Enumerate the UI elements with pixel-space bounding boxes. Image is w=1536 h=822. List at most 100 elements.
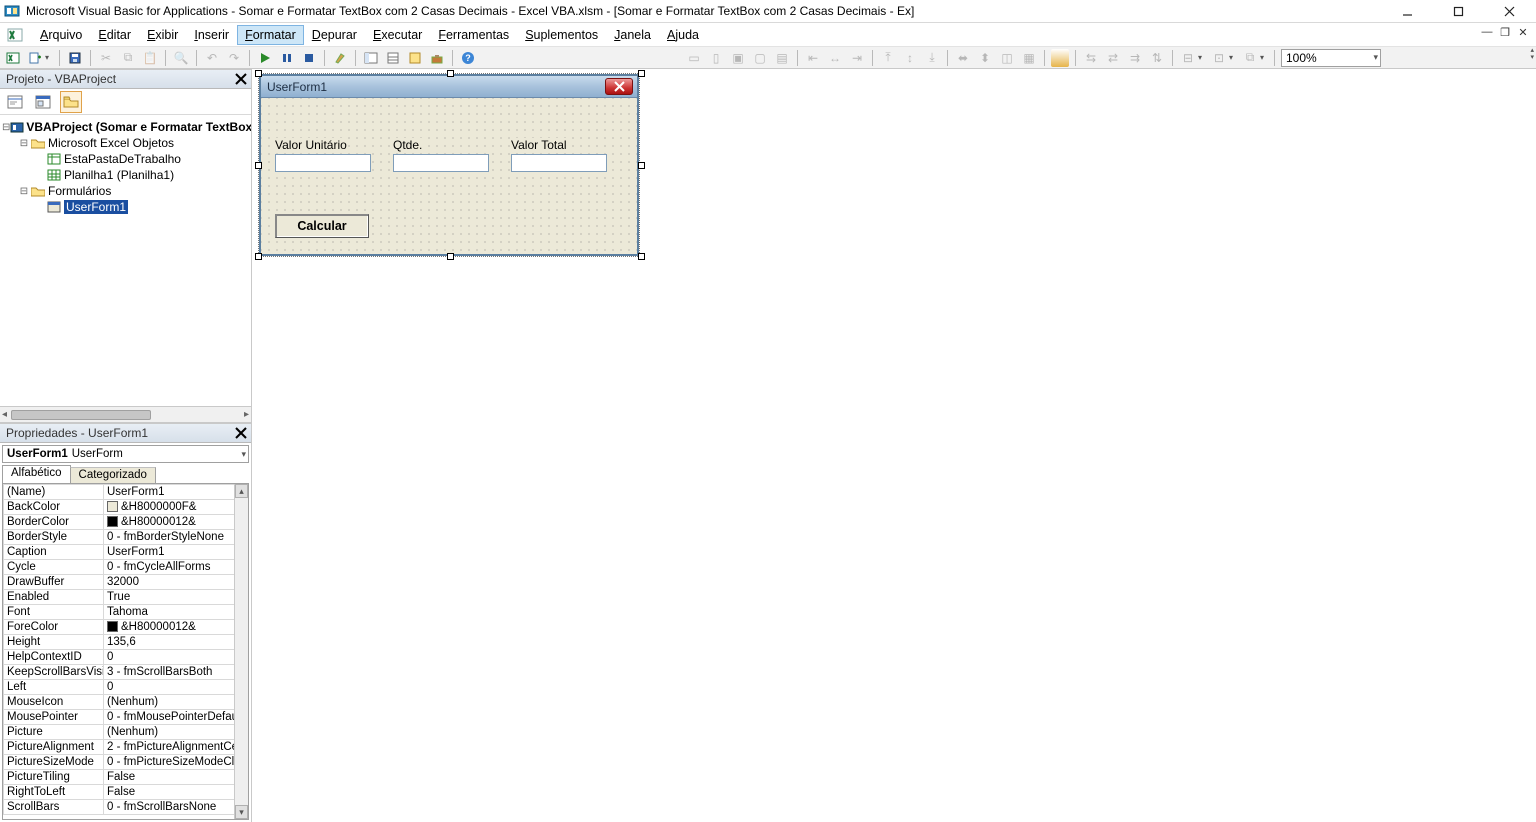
menu-depurar[interactable]: Depurar	[304, 25, 365, 45]
property-value[interactable]: False	[104, 785, 248, 800]
properties-scrollbar[interactable]: ▴ ▾	[234, 484, 248, 819]
ungroup-icon[interactable]: ▢	[751, 49, 769, 67]
hspace-inc-icon[interactable]: ⇄	[1104, 49, 1122, 67]
tab-alphabetic[interactable]: Alfabético	[2, 465, 71, 483]
mdi-close-button[interactable]: ✕	[1516, 26, 1530, 39]
menu-arquivo[interactable]: Arquivo	[32, 25, 90, 45]
help-icon[interactable]: ?	[459, 49, 477, 67]
mdi-minimize-button[interactable]: —	[1480, 26, 1494, 39]
hspace-dec-icon[interactable]: ⇉	[1126, 49, 1144, 67]
vspace-icon[interactable]: ⇅	[1148, 49, 1166, 67]
hspace-icon[interactable]: ⇆	[1082, 49, 1100, 67]
center-v-dropdown-icon[interactable]: ▾	[1229, 53, 1237, 62]
property-value[interactable]: 0 - fmPictureSizeModeClip	[104, 755, 248, 770]
label-qtde[interactable]: Qtde.	[393, 138, 422, 152]
property-value[interactable]: 0 - fmBorderStyleNone	[104, 530, 248, 545]
window-close-button[interactable]	[1487, 1, 1532, 21]
resize-handle-e[interactable]	[638, 162, 645, 169]
same-width-icon[interactable]: ⬌	[954, 49, 972, 67]
menu-ferramentas[interactable]: Ferramentas	[430, 25, 517, 45]
window-maximize-button[interactable]	[1436, 1, 1481, 21]
properties-pane-close-button[interactable]	[233, 425, 249, 441]
resize-handle-s[interactable]	[447, 253, 454, 260]
resize-handle-sw[interactable]	[255, 253, 262, 260]
menu-janela[interactable]: Janela	[606, 25, 659, 45]
property-value[interactable]: &H8000000F&▾	[104, 500, 248, 515]
property-value[interactable]: (Nenhum)	[104, 725, 248, 740]
property-row[interactable]: KeepScrollBarsVisible3 - fmScrollBarsBot…	[4, 665, 248, 680]
textbox-qtde[interactable]	[393, 154, 489, 172]
resize-handle-nw[interactable]	[255, 70, 262, 77]
same-height-icon[interactable]: ⬍	[976, 49, 994, 67]
resize-handle-ne[interactable]	[638, 70, 645, 77]
property-row[interactable]: Cycle0 - fmCycleAllForms	[4, 560, 248, 575]
property-row[interactable]: FontTahoma	[4, 605, 248, 620]
center-v-icon[interactable]: ⊡	[1210, 49, 1228, 67]
userform-close-button[interactable]	[605, 78, 633, 95]
view-excel-icon[interactable]	[4, 49, 22, 67]
undo-icon[interactable]: ↶	[203, 49, 221, 67]
property-row[interactable]: CaptionUserForm1	[4, 545, 248, 560]
property-row[interactable]: PictureSizeMode0 - fmPictureSizeModeClip	[4, 755, 248, 770]
property-value[interactable]: UserForm1	[104, 485, 248, 500]
property-row[interactable]: BorderStyle0 - fmBorderStyleNone	[4, 530, 248, 545]
project-explorer-icon[interactable]	[362, 49, 380, 67]
property-row[interactable]: BorderColor&H80000012&	[4, 515, 248, 530]
label-valor-total[interactable]: Valor Total	[511, 138, 567, 152]
property-value[interactable]: False	[104, 770, 248, 785]
view-code-icon[interactable]	[4, 91, 26, 113]
property-value[interactable]: 0 - fmCycleAllForms	[104, 560, 248, 575]
align-left-icon[interactable]: ⇤	[804, 49, 822, 67]
property-row[interactable]: HelpContextID0	[4, 650, 248, 665]
align-top-icon[interactable]: ⤒	[879, 49, 897, 67]
reset-icon[interactable]	[300, 49, 318, 67]
properties-window-icon[interactable]	[384, 49, 402, 67]
property-row[interactable]: ScrollBars0 - fmScrollBarsNone	[4, 800, 248, 815]
textbox-valor-unitario[interactable]	[275, 154, 371, 172]
property-value[interactable]: 0 - fmScrollBarsNone	[104, 800, 248, 815]
property-row[interactable]: PictureAlignment2 - fmPictureAlignmentCe…	[4, 740, 248, 755]
copy-icon[interactable]: ⧉	[119, 49, 137, 67]
button-calcular[interactable]: Calcular	[275, 214, 369, 238]
property-row[interactable]: Height135,6	[4, 635, 248, 650]
userform-client-area[interactable]: Valor Unitário Qtde. Valor Total Calcula…	[261, 98, 637, 254]
sizegrid-icon[interactable]: ▦	[1020, 49, 1038, 67]
order-dropdown-icon[interactable]: ▾	[1260, 53, 1268, 62]
menu-executar[interactable]: Executar	[365, 25, 430, 45]
toolbox-icon[interactable]	[428, 49, 446, 67]
property-row[interactable]: RightToLeftFalse	[4, 785, 248, 800]
cut-icon[interactable]: ✂	[97, 49, 115, 67]
insert-dropdown-icon[interactable]: ▾	[45, 53, 53, 62]
group-icon[interactable]: ▣	[729, 49, 747, 67]
menu-suplementos[interactable]: Suplementos	[517, 25, 606, 45]
object-browser-icon[interactable]	[406, 49, 424, 67]
tab-categorized[interactable]: Categorizado	[70, 467, 156, 483]
align-center-icon[interactable]: ↔	[826, 49, 844, 67]
resize-handle-w[interactable]	[255, 162, 262, 169]
same-size-icon[interactable]: ◫	[998, 49, 1016, 67]
userform-selection-frame[interactable]: UserForm1 Valor Unitário Qtde. Valor Tot…	[258, 73, 640, 257]
menu-editar[interactable]: Editar	[90, 25, 139, 45]
property-value[interactable]: (Nenhum)	[104, 695, 248, 710]
property-row[interactable]: (Name)UserForm1	[4, 485, 248, 500]
resize-handle-se[interactable]	[638, 253, 645, 260]
property-value[interactable]: 0 - fmMousePointerDefault	[104, 710, 248, 725]
zoom-marker-icon[interactable]	[1051, 49, 1069, 67]
property-value[interactable]: 0	[104, 650, 248, 665]
property-value[interactable]: 32000	[104, 575, 248, 590]
properties-object-combo[interactable]: UserForm1UserForm▾	[2, 445, 249, 463]
resize-handle-n[interactable]	[447, 70, 454, 77]
property-value[interactable]: 135,6	[104, 635, 248, 650]
send-back-icon[interactable]: ▯	[707, 49, 725, 67]
property-value[interactable]: 2 - fmPictureAlignmentCen	[104, 740, 248, 755]
form-designer-canvas[interactable]: UserForm1 Valor Unitário Qtde. Valor Tot…	[252, 69, 1536, 822]
menu-exibir[interactable]: Exibir	[139, 25, 186, 45]
scroll-up-icon[interactable]: ▴	[235, 484, 248, 498]
property-value[interactable]: 3 - fmScrollBarsBoth	[104, 665, 248, 680]
property-row[interactable]: MousePointer0 - fmMousePointerDefault	[4, 710, 248, 725]
property-value[interactable]: 0	[104, 680, 248, 695]
window-minimize-button[interactable]	[1385, 1, 1430, 21]
scroll-down-icon[interactable]: ▾	[235, 805, 248, 819]
excel-icon[interactable]	[6, 26, 24, 44]
property-row[interactable]: DrawBuffer32000	[4, 575, 248, 590]
